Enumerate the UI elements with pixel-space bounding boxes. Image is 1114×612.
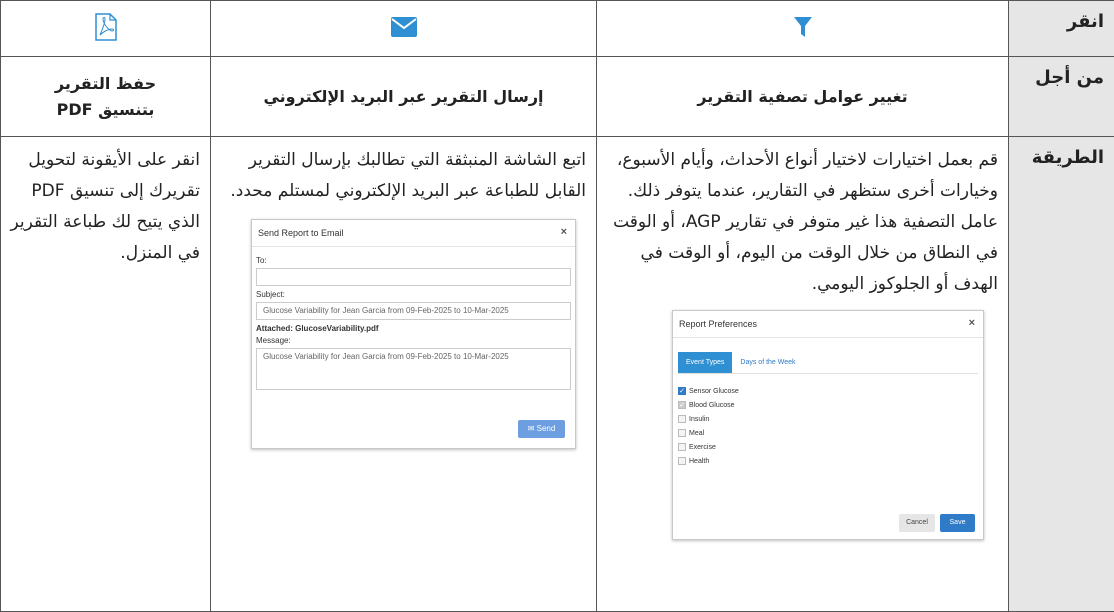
event-type-option[interactable]: Insulin	[678, 412, 978, 426]
prefs-tabs: Event Types Days of the Week	[678, 352, 978, 374]
message-label: Message:	[256, 336, 291, 345]
cancel-button[interactable]: Cancel	[899, 514, 935, 532]
checkbox[interactable]	[678, 443, 686, 451]
checkbox[interactable]	[678, 429, 686, 437]
purpose-pdf-line1: حفظ التقرير	[54, 73, 157, 93]
tab-event-types[interactable]: Event Types	[678, 352, 733, 373]
option-label: Health	[689, 457, 710, 465]
event-type-options: ✓ Sensor Glucose ✓ Blood Glucose Insulin Meal…	[678, 384, 978, 468]
close-icon[interactable]: ×	[969, 317, 975, 329]
header-method: الطريقة	[1008, 136, 1114, 612]
event-type-option[interactable]: ✓ Sensor Glucose	[678, 384, 978, 398]
envelope-icon[interactable]	[390, 16, 417, 41]
method-pdf-text: انقر على الأيقونة لتحويل تقريرك إلى تنسي…	[0, 136, 211, 612]
header-purpose: من أجل	[1008, 56, 1114, 137]
checkbox[interactable]	[678, 457, 686, 465]
purpose-filter: تغيير عوامل تصفية التقرير	[596, 56, 1009, 137]
option-label: Exercise	[689, 443, 716, 451]
method-filter-text: قم بعمل اختيارات لاختيار أنواع الأحداث، …	[613, 150, 998, 294]
pdf-icon[interactable]	[94, 12, 117, 45]
method-email-text: اتبع الشاشة المنبثقة التي تطالبك بإرسال …	[230, 150, 586, 201]
subject-field[interactable]: Glucose Variability for Jean Garcia from…	[256, 302, 571, 320]
tab-days-of-week[interactable]: Days of the Week	[732, 352, 803, 373]
option-label: Meal	[689, 429, 705, 437]
close-icon[interactable]: ×	[561, 226, 567, 238]
checkbox[interactable]: ✓	[678, 401, 686, 409]
filter-icon[interactable]	[793, 16, 812, 41]
method-filter-cell: قم بعمل اختيارات لاختيار أنواع الأحداث، …	[596, 136, 1009, 612]
to-field[interactable]	[256, 268, 571, 286]
send-email-dialog: Send Report to Email × To: Subject: Gluc…	[251, 219, 576, 449]
option-label: Insulin	[689, 415, 710, 423]
report-preferences-dialog: Report Preferences × Event Types Days of…	[672, 310, 984, 540]
dialog-title: Send Report to Email ×	[252, 220, 575, 247]
header-click: انقر	[1008, 0, 1114, 57]
to-label: To:	[256, 256, 267, 265]
event-type-option[interactable]: Health	[678, 454, 978, 468]
event-type-option[interactable]: Meal	[678, 426, 978, 440]
envelope-icon: ✉	[527, 424, 535, 433]
subject-label: Subject:	[256, 290, 285, 299]
checkbox[interactable]	[678, 415, 686, 423]
option-label: Blood Glucose	[689, 401, 735, 409]
dialog-title: Report Preferences ×	[673, 311, 983, 338]
report-actions-table: انقر من أجل تغيير عوامل تصفية التقرير إر…	[0, 0, 1114, 612]
message-field[interactable]: Glucose Variability for Jean Garcia from…	[256, 348, 571, 390]
purpose-email: إرسال التقرير عبر البريد الإلكتروني	[210, 56, 597, 137]
option-label: Sensor Glucose	[689, 387, 739, 395]
method-email-cell: اتبع الشاشة المنبثقة التي تطالبك بإرسال …	[210, 136, 597, 612]
checkbox[interactable]: ✓	[678, 387, 686, 395]
purpose-pdf-line2: بتنسيق PDF	[56, 99, 155, 119]
purpose-pdf: حفظ التقرير بتنسيق PDF	[0, 56, 211, 137]
attachment-label: Attached: GlucoseVariability.pdf	[256, 324, 379, 333]
event-type-option[interactable]: Exercise	[678, 440, 978, 454]
send-button[interactable]: ✉ Send	[518, 420, 565, 438]
save-button[interactable]: Save	[940, 514, 975, 532]
event-type-option[interactable]: ✓ Blood Glucose	[678, 398, 978, 412]
